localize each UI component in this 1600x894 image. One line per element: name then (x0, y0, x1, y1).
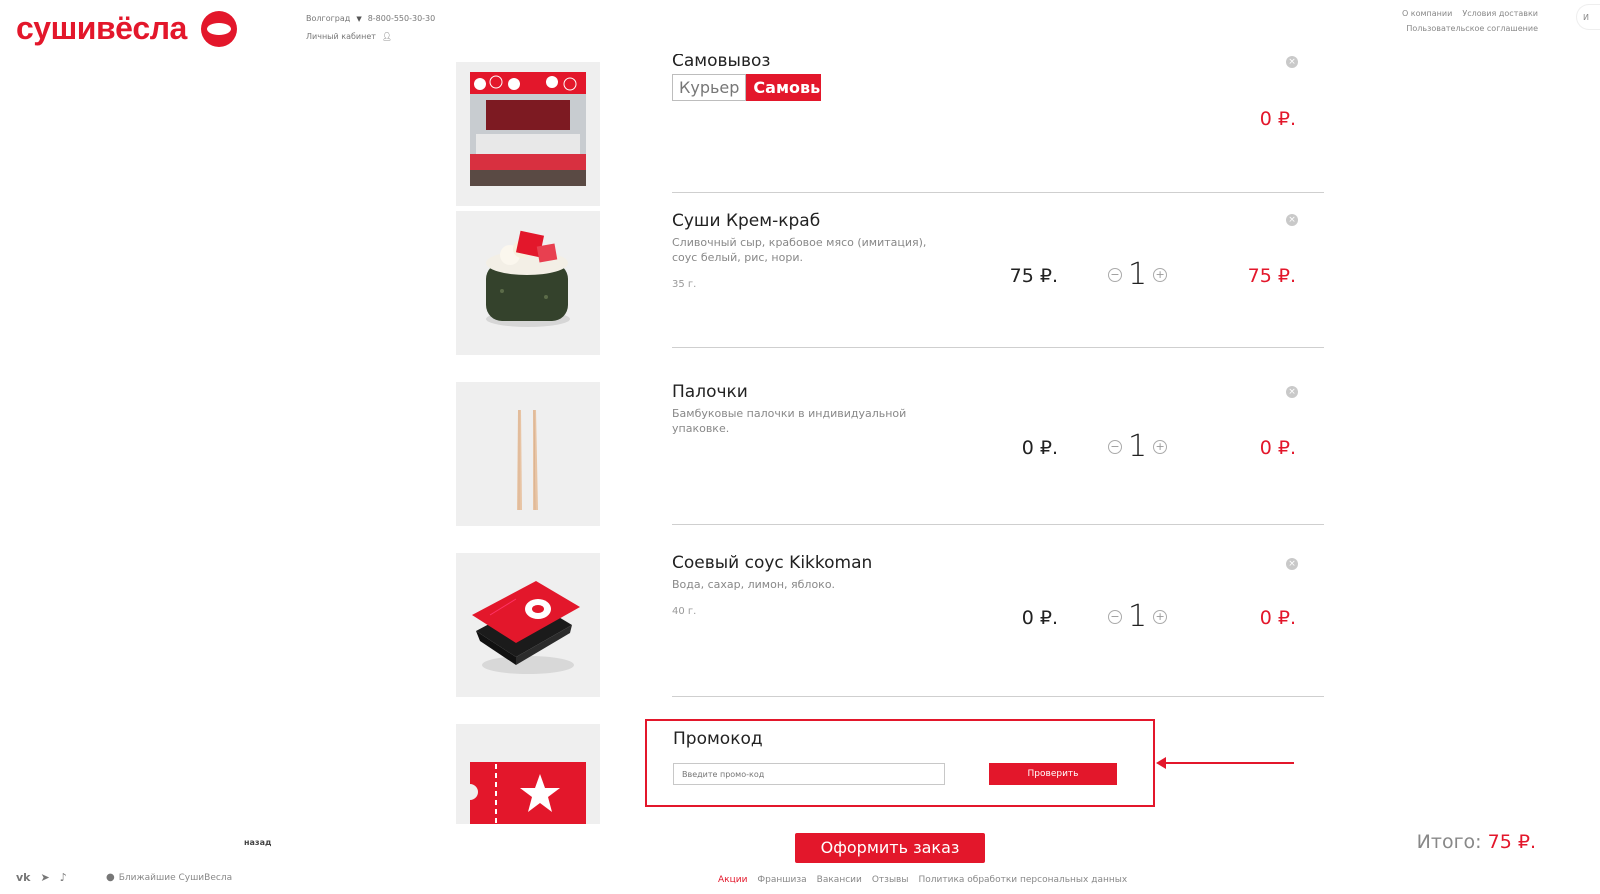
cart-item: Соевый соус Kikkoman Вода, сахар, лимон,… (456, 553, 1324, 703)
promotions-link[interactable]: Акции (718, 875, 747, 885)
item-total: 0 ₽. (1259, 607, 1296, 629)
item-info: Палочки Бамбуковые палочки в индивидуаль… (672, 382, 932, 450)
tiktok-icon[interactable]: ♪ (60, 871, 67, 884)
item-info: Суши Крем-краб Сливочный сыр, крабовое м… (672, 211, 932, 290)
minus-icon[interactable]: − (1108, 267, 1122, 282)
item-name[interactable]: Соевый соус Kikkoman (672, 553, 932, 573)
quantity-value: 1 (1128, 599, 1148, 634)
delivery-info: Самовывоз Курьер Самовывоз (672, 54, 822, 101)
plus-icon[interactable]: + (1153, 439, 1168, 454)
annotation-arrow (1156, 757, 1294, 769)
item-price: 75 ₽. (1009, 265, 1058, 287)
delivery-title: Самовывоз (672, 54, 771, 68)
item-name[interactable]: Палочки (672, 382, 932, 402)
order-total: Итого: 75 ₽. (1417, 831, 1536, 853)
item-weight: 40 г. (672, 606, 697, 617)
delivery-toggle: Курьер Самовывоз (672, 74, 822, 101)
item-total: 75 ₽. (1247, 265, 1296, 287)
delivery-total: 0 ₽. (1259, 108, 1296, 130)
minus-icon[interactable]: − (1108, 439, 1122, 454)
checkout-button[interactable]: Оформить заказ (795, 833, 985, 863)
item-price: 0 ₽. (1021, 607, 1058, 629)
nearest-stores-link[interactable]: ● Ближайшие СушиВесла (106, 872, 232, 883)
cart-item: Палочки Бамбуковые палочки в индивидуаль… (456, 382, 1324, 532)
quantity-value: 1 (1128, 257, 1148, 292)
total-label: Итого: (1416, 831, 1482, 853)
telegram-icon[interactable]: ➤ (41, 871, 50, 884)
vacancies-link[interactable]: Вакансии (817, 875, 862, 885)
delivery-row: Самовывоз Курьер Самовывоз × 0 ₽. (456, 54, 1324, 234)
total-value: 75 ₽. (1487, 831, 1536, 853)
divider (672, 347, 1324, 348)
chevron-down-icon[interactable]: ▼ (356, 10, 361, 28)
item-description: Вода, сахар, лимон, яблоко. (672, 578, 836, 591)
quantity-stepper: − 1 + (1108, 599, 1168, 634)
user-icon[interactable]: 👤︎ (382, 28, 392, 46)
header-links: О компании Условия доставки Пользователь… (1402, 6, 1538, 36)
item-name[interactable]: Суши Крем-краб (672, 211, 932, 231)
item-total: 0 ₽. (1259, 437, 1296, 459)
vk-icon[interactable]: vk (16, 871, 31, 884)
header-info: Волгоград ▼ 8-800-550-30-30 Личный кабин… (306, 10, 435, 46)
remove-icon[interactable]: × (1286, 214, 1298, 226)
cart-item: Суши Крем-краб Сливочный сыр, крабовое м… (456, 211, 1324, 361)
remove-icon[interactable]: × (1286, 56, 1298, 68)
social-links: vk ➤ ♪ (16, 871, 67, 884)
promo-section: Промокод Проверить (645, 719, 1155, 807)
quantity-stepper: − 1 + (1108, 257, 1168, 292)
divider (672, 192, 1324, 193)
delivery-terms-link[interactable]: Условия доставки (1462, 6, 1538, 21)
city-selector[interactable]: Волгоград (306, 10, 350, 28)
franchise-link[interactable]: Франшиза (757, 875, 806, 885)
user-agreement-link[interactable]: Пользовательское соглашение (1406, 21, 1538, 36)
divider (672, 524, 1324, 525)
plus-icon[interactable]: + (1153, 267, 1168, 282)
privacy-policy-link[interactable]: Политика обработки персональных данных (918, 875, 1127, 885)
item-weight: 35 г. (672, 279, 697, 290)
item-description: Бамбуковые палочки в индивидуальной упак… (672, 407, 907, 435)
item-info: Соевый соус Kikkoman Вода, сахар, лимон,… (672, 553, 932, 617)
remove-icon[interactable]: × (1286, 386, 1298, 398)
location-pin-icon: ● (106, 872, 115, 883)
divider (672, 696, 1324, 697)
remove-icon[interactable]: × (1286, 558, 1298, 570)
footer-links: Акции Франшиза Вакансии Отзывы Политика … (718, 875, 1127, 885)
back-link[interactable]: назад (244, 838, 271, 847)
store-image (456, 62, 600, 206)
sushi-image (456, 211, 600, 355)
account-link[interactable]: Личный кабинет (306, 28, 376, 46)
reviews-link[interactable]: Отзывы (872, 875, 909, 885)
promo-title: Промокод (673, 729, 763, 749)
nearest-stores-label: Ближайшие СушиВесла (118, 872, 233, 883)
side-tab[interactable]: И (1576, 4, 1600, 30)
courier-option[interactable]: Курьер (672, 74, 747, 101)
minus-icon[interactable]: − (1108, 609, 1122, 624)
item-description: Сливочный сыр, крабовое мясо (имитация),… (672, 236, 927, 264)
plus-icon[interactable]: + (1153, 609, 1168, 624)
pickup-option[interactable]: Самовывоз (746, 74, 822, 101)
logo-mark-icon (200, 10, 237, 47)
logo[interactable]: сушивёсла (16, 10, 237, 47)
check-promo-button[interactable]: Проверить (989, 763, 1117, 785)
chopsticks-image (456, 382, 600, 526)
quantity-value: 1 (1128, 429, 1148, 464)
item-price: 0 ₽. (1021, 437, 1058, 459)
soy-sauce-image (456, 553, 600, 697)
quantity-stepper: − 1 + (1108, 429, 1168, 464)
promo-image (456, 724, 600, 824)
promo-code-input[interactable] (673, 763, 945, 785)
logo-text: сушивёсла (16, 10, 187, 46)
about-link[interactable]: О компании (1402, 6, 1452, 21)
phone-number[interactable]: 8-800-550-30-30 (368, 10, 436, 28)
